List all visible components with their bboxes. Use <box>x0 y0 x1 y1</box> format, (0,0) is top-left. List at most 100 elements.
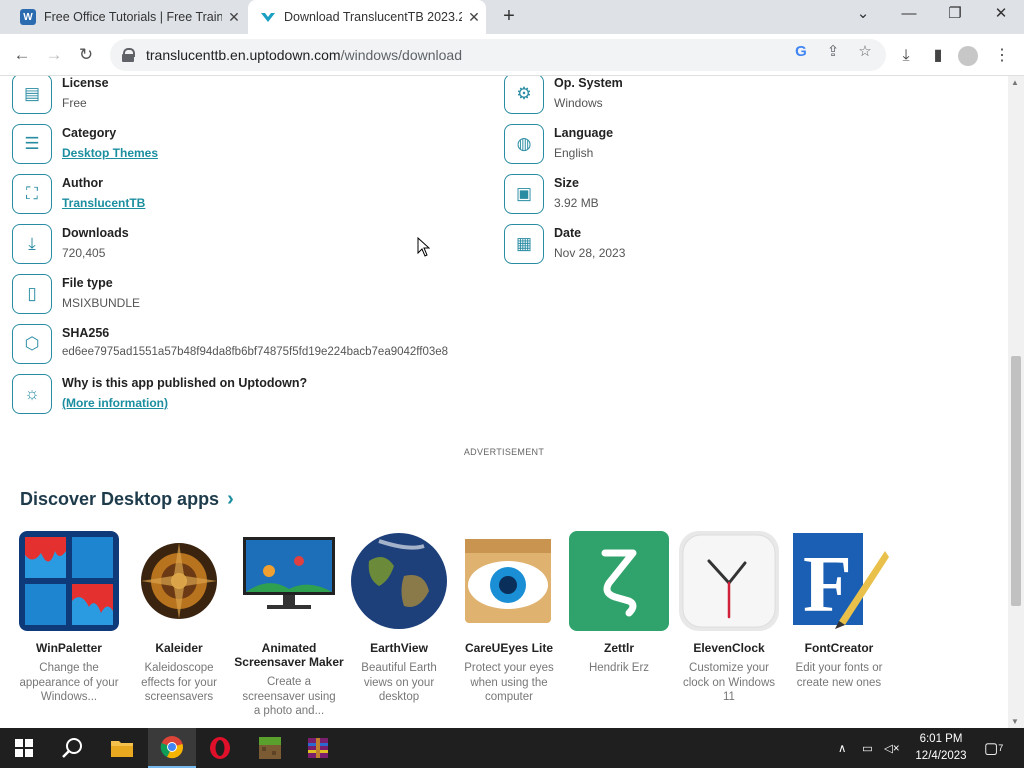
spec-file-type: ▯ File type MSIXBUNDLE <box>12 274 140 314</box>
author-link[interactable]: TranslucentTB <box>62 196 145 210</box>
earthview-app-icon[interactable] <box>349 531 449 631</box>
lightbulb-icon: ☼ <box>12 374 52 414</box>
address-bar[interactable]: translucenttb.en.uptodown.com/windows/do… <box>110 39 886 71</box>
app-description: Beautiful Earth views on your desktop <box>361 662 437 703</box>
system-clock[interactable]: 6:01 PM 12/4/2023 <box>906 731 976 765</box>
notifications-icon[interactable]: ▢ 7 <box>984 728 1003 768</box>
spec-label: Category <box>62 126 117 140</box>
scroll-up-arrow-icon[interactable]: ▲ <box>1011 78 1019 87</box>
app-description: Change the appearance of your Windows... <box>19 662 119 703</box>
url-path: /windows/download <box>340 47 462 63</box>
discover-heading[interactable]: Discover Desktop apps › <box>20 488 234 511</box>
app-card[interactable]: ElevenClock Customize your clock on Wind… <box>674 531 784 719</box>
winrar-icon[interactable] <box>294 728 342 768</box>
zettlr-app-icon[interactable] <box>569 531 669 631</box>
app-description: Customize your clock on Windows 11 <box>682 662 776 703</box>
spec-label: Size <box>554 176 580 190</box>
app-name[interactable]: FontCreator <box>805 641 874 655</box>
back-icon[interactable]: ← <box>9 43 35 67</box>
app-name[interactable]: CareUEyes Lite <box>465 641 553 655</box>
app-card[interactable]: Animated Screensaver Maker Create a scre… <box>234 531 344 719</box>
tab-search-dropdown-icon[interactable]: ⌄ <box>840 0 886 30</box>
category-link[interactable]: Desktop Themes <box>62 146 158 160</box>
app-name[interactable]: ElevenClock <box>693 641 764 655</box>
app-card[interactable]: F FontCreator Edit your fonts or create … <box>784 531 894 719</box>
page-scrollbar[interactable]: ▲ ▼ <box>1008 76 1024 728</box>
spec-value: Free <box>62 96 87 110</box>
network-icon[interactable]: ▭ <box>862 728 873 768</box>
tab-close-icon[interactable]: ✕ <box>462 9 486 26</box>
app-card[interactable]: Zettlr Hendrik Erz <box>564 531 674 719</box>
chrome-menu-icon[interactable]: ⋮ <box>991 45 1013 67</box>
lock-icon[interactable] <box>122 48 135 62</box>
scroll-down-arrow-icon[interactable]: ▼ <box>1011 717 1019 726</box>
spec-sha256: ⬡ SHA256 ed6ee7975ad1551a57b48f94da8fb6bf… <box>12 324 448 364</box>
careueyes-lite-app-icon[interactable] <box>459 531 559 631</box>
downloads-icon[interactable]: ⤓ <box>895 45 917 67</box>
spec-size: ▣ Size 3.92 MB <box>504 174 599 214</box>
profile-avatar-icon[interactable] <box>958 46 978 66</box>
animated-screensaver-maker-app-icon[interactable] <box>239 531 339 631</box>
list-icon: ☰ <box>12 124 52 164</box>
chrome-taskbar-icon[interactable] <box>148 728 196 768</box>
tab-free-office-tutorials[interactable]: W Free Office Tutorials | Free Trainin ✕ <box>8 0 246 34</box>
app-description: Kaleidoscope effects for your screensave… <box>141 662 217 703</box>
app-name[interactable]: EarthView <box>370 641 428 655</box>
minimize-button[interactable]: — <box>886 0 932 30</box>
bookmark-star-icon[interactable]: ☆ <box>855 42 875 62</box>
forward-icon[interactable]: → <box>41 43 67 67</box>
tab-close-icon[interactable]: ✕ <box>222 9 246 26</box>
windows-start-icon[interactable] <box>0 728 48 768</box>
os-icon: ⚙ <box>504 76 544 114</box>
reload-icon[interactable]: ↻ <box>73 43 99 67</box>
fontcreator-app-icon[interactable]: F <box>789 531 889 631</box>
new-tab-button[interactable]: + <box>497 5 521 29</box>
spec-value: Nov 28, 2023 <box>554 246 626 260</box>
free-office-favicon-icon: W <box>20 9 36 25</box>
close-window-button[interactable]: ✕ <box>978 0 1024 30</box>
app-card[interactable]: EarthView Beautiful Earth views on your … <box>344 531 454 719</box>
app-description: Protect your eyes when using the compute… <box>464 662 554 703</box>
app-name[interactable]: Kaleider <box>155 641 202 655</box>
kaleider-app-icon[interactable] <box>129 531 229 631</box>
spec-value: Windows <box>554 96 603 110</box>
opera-icon[interactable] <box>196 728 244 768</box>
spec-value: MSIXBUNDLE <box>62 296 141 310</box>
app-name[interactable]: Zettlr <box>604 641 634 655</box>
search-icon[interactable] <box>48 728 96 768</box>
spec-label: File type <box>62 276 113 290</box>
spec-label: Date <box>554 226 582 240</box>
tab-title: Free Office Tutorials | Free Trainin <box>44 10 222 24</box>
file-explorer-icon[interactable] <box>98 728 146 768</box>
disk-icon: ▣ <box>504 174 544 214</box>
google-lens-icon[interactable]: G <box>791 42 811 62</box>
license-icon: ▤ <box>12 76 52 114</box>
chevron-right-icon[interactable]: › <box>227 488 234 511</box>
app-name[interactable]: Animated Screensaver Maker <box>234 641 344 669</box>
show-hidden-icons-icon[interactable]: ∧ <box>838 728 846 768</box>
tab-download-translucenttb[interactable]: Download TranslucentTB 2023.2 ✕ <box>248 0 486 34</box>
spec-value: ed6ee7975ad1551a57b48f94da8fb6bf74875f5f… <box>62 346 449 358</box>
app-name[interactable]: WinPaletter <box>36 641 102 655</box>
app-description: Edit your fonts or create new ones <box>795 662 883 689</box>
spec-category: ☰ Category Desktop Themes <box>12 124 158 164</box>
volume-muted-icon[interactable]: ◁× <box>884 728 900 768</box>
restore-button[interactable]: ❐ <box>932 0 978 30</box>
more-information-link[interactable]: (More information) <box>62 396 307 410</box>
spec-label: SHA256 <box>62 326 110 340</box>
app-card[interactable]: WinPaletter Change the appearance of you… <box>14 531 124 719</box>
app-description: Create a screensaver using a photo and..… <box>242 676 336 717</box>
spec-label: Op. System <box>554 76 623 90</box>
minecraft-icon[interactable] <box>246 728 294 768</box>
app-card[interactable]: CareUEyes Lite Protect your eyes when us… <box>454 531 564 719</box>
share-icon[interactable]: ⇪ <box>823 42 843 62</box>
elevenclock-app-icon[interactable] <box>679 531 779 631</box>
app-card[interactable]: Kaleider Kaleidoscope effects for your s… <box>124 531 234 719</box>
side-panel-icon[interactable]: ▮ <box>927 45 949 67</box>
page-content: ▤ License Free ☰ Category Desktop Themes ⛶… <box>0 76 1008 728</box>
globe-icon: ◍ <box>504 124 544 164</box>
discover-title[interactable]: Discover Desktop apps <box>20 489 219 510</box>
winpaletter-app-icon[interactable] <box>19 531 119 631</box>
app-description: Hendrik Erz <box>588 662 650 674</box>
scrollbar-thumb[interactable] <box>1011 356 1021 606</box>
